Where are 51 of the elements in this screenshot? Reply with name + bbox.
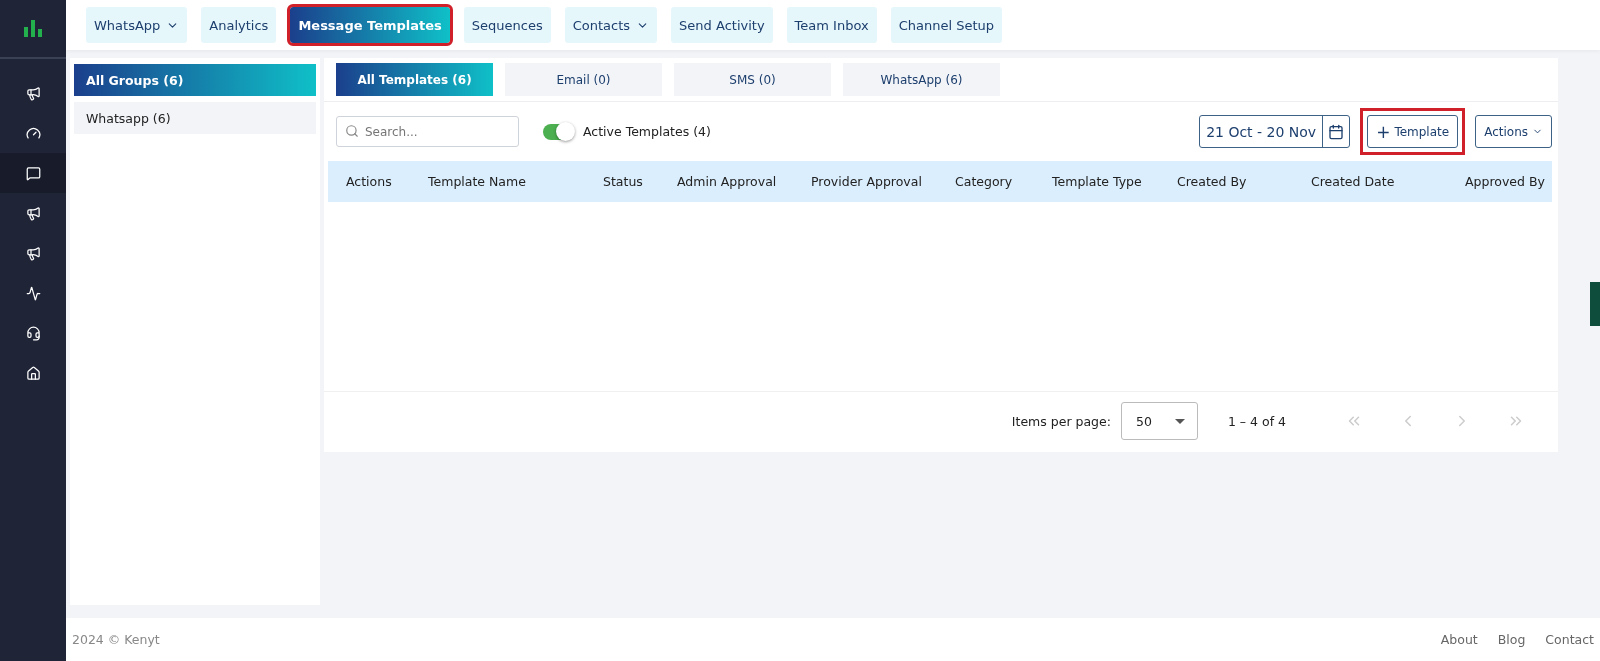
search-field[interactable]: Search...: [336, 116, 519, 147]
page-range-text: 1 – 4 of 4: [1227, 413, 1286, 429]
caret-icon: [1174, 418, 1185, 424]
megaphone-icon: [25, 245, 41, 261]
actions-button[interactable]: Actions: [1475, 115, 1552, 148]
nav-tab[interactable]: Contacts: [564, 7, 658, 43]
nav-tab[interactable]: Message Templates: [290, 7, 450, 43]
gauge-icon: [25, 125, 41, 141]
column-header: Admin Approval: [677, 174, 778, 189]
column-header: Status: [603, 174, 644, 189]
channel-tab[interactable]: SMS (0): [674, 63, 831, 96]
add-template-button[interactable]: + Template: [1367, 115, 1459, 148]
column-header: Created Date: [1311, 174, 1396, 189]
footer-link[interactable]: Blog: [1497, 632, 1526, 647]
channel-tab[interactable]: All Templates (6): [336, 63, 493, 96]
column-header: Template Name: [428, 174, 527, 189]
home-icon: [25, 365, 41, 381]
date-range-text: 21 Oct - 20 Nov: [1200, 116, 1324, 147]
items-per-page-label: Items per page:: [1011, 413, 1111, 429]
toggle-label: Active Templates (4): [583, 124, 711, 139]
megaphone-icon: [25, 205, 41, 221]
footer-link[interactable]: About: [1440, 632, 1478, 647]
footer-link[interactable]: Contact: [1545, 632, 1594, 647]
column-header: Created By: [1177, 174, 1248, 189]
column-header: Template Type: [1052, 174, 1143, 189]
megaphone-icon: [25, 85, 41, 101]
nav-tab[interactable]: Analytics: [201, 7, 277, 43]
nav-tab[interactable]: Send Activity: [671, 7, 773, 43]
chat-icon: [25, 165, 41, 181]
chart-icon: [25, 285, 41, 301]
column-header: Approved By: [1465, 174, 1546, 189]
bar-chart-logo-icon: [24, 20, 42, 37]
toggle-switch[interactable]: [543, 123, 573, 140]
group-item[interactable]: Whatsapp (6): [74, 102, 316, 134]
date-range-picker[interactable]: 21 Oct - 20 Nov: [1199, 115, 1351, 148]
nav-tab[interactable]: Channel Setup: [890, 7, 1003, 43]
sidebar-button[interactable]: [0, 153, 66, 193]
group-item[interactable]: All Groups (6): [74, 64, 316, 96]
column-header: Provider Approval: [811, 174, 923, 189]
nav-tab[interactable]: Sequences: [463, 7, 551, 43]
search-icon: [345, 124, 359, 138]
page-size-select[interactable]: 50: [1120, 402, 1198, 440]
column-header: Category: [955, 174, 1014, 189]
channel-tab[interactable]: Email (0): [505, 63, 662, 96]
nav-tab[interactable]: Team Inbox: [786, 7, 877, 43]
headset-icon: [25, 325, 41, 341]
channel-tab[interactable]: WhatsApp (6): [843, 63, 1000, 96]
copyright-text: 2024 © Kenyt: [72, 632, 160, 647]
calendar-icon: [1328, 123, 1345, 140]
nav-tab[interactable]: WhatsApp: [86, 7, 188, 43]
column-header: Actions: [346, 174, 393, 189]
